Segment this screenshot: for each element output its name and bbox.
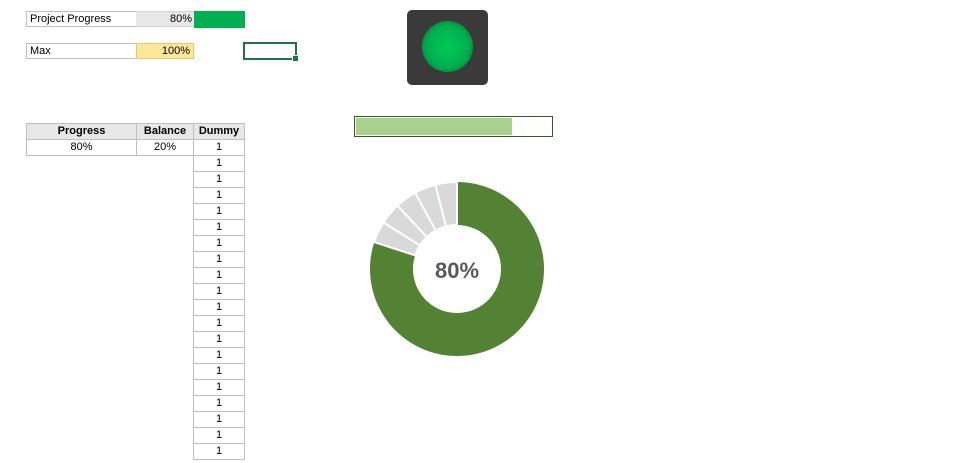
dummy-cell[interactable]: 1: [193, 203, 245, 220]
dummy-cell[interactable]: 1: [193, 427, 245, 444]
project-progress-label[interactable]: Project Progress: [26, 11, 137, 27]
progress-databar: [194, 11, 245, 28]
doughnut-center-label: 80%: [434, 258, 480, 283]
dummy-cell[interactable]: 1: [193, 155, 245, 172]
column-header-dummy[interactable]: Dummy: [193, 123, 245, 140]
dummy-cell[interactable]: 1: [193, 251, 245, 268]
cell-balance[interactable]: 20%: [136, 139, 194, 156]
traffic-light: [407, 10, 488, 85]
dummy-cell[interactable]: 1: [193, 347, 245, 364]
fill-handle[interactable]: [292, 55, 299, 62]
dummy-cell[interactable]: 1: [193, 267, 245, 284]
max-label[interactable]: Max: [26, 43, 137, 59]
dummy-cell[interactable]: 1: [193, 219, 245, 236]
selected-cell[interactable]: [243, 42, 299, 62]
dummy-cell[interactable]: 1: [193, 235, 245, 252]
dummy-cell[interactable]: 1: [193, 315, 245, 332]
dummy-cell[interactable]: 1: [193, 187, 245, 204]
dummy-cell[interactable]: 1: [193, 331, 245, 348]
project-progress-value[interactable]: 80%: [136, 11, 195, 27]
max-value[interactable]: 100%: [136, 43, 194, 59]
dummy-cell[interactable]: 1: [193, 395, 245, 412]
dummy-cell[interactable]: 1: [193, 363, 245, 380]
column-header-progress[interactable]: Progress: [26, 123, 137, 140]
dummy-cell[interactable]: 1: [193, 411, 245, 428]
progress-bar-fill: [356, 118, 512, 135]
dummy-cell[interactable]: 1: [193, 171, 245, 188]
dummy-cell[interactable]: 1: [193, 139, 245, 156]
progress-bar: [354, 116, 553, 137]
cell-progress[interactable]: 80%: [26, 139, 137, 156]
dummy-cell[interactable]: 1: [193, 283, 245, 300]
traffic-light-green-lamp: [422, 21, 473, 72]
column-header-balance[interactable]: Balance: [136, 123, 194, 140]
dummy-cell[interactable]: 1: [193, 443, 245, 460]
dummy-cell[interactable]: 1: [193, 299, 245, 316]
dummy-cell[interactable]: 1: [193, 379, 245, 396]
